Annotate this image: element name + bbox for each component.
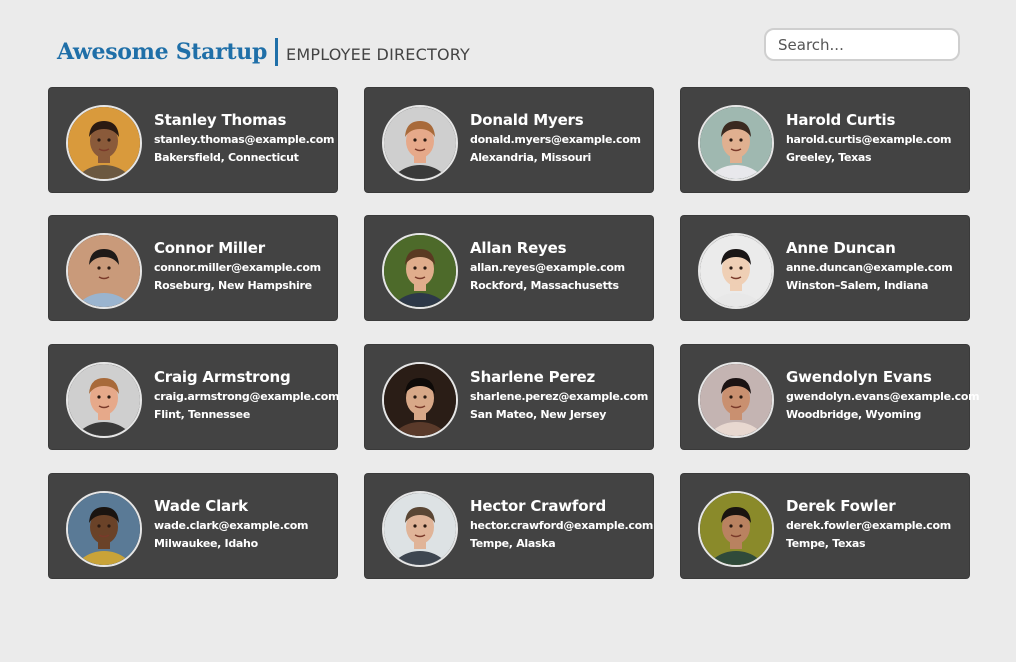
employee-email: connor.miller@example.com — [154, 261, 321, 274]
avatar — [66, 233, 142, 309]
header-divider — [275, 38, 279, 66]
employee-info: Allan Reyes allan.reyes@example.com Rockfo… — [470, 239, 650, 293]
avatar — [382, 362, 458, 438]
employee-card[interactable]: Sharlene Perez sharlene.perez@example.com… — [365, 345, 653, 449]
employee-info: Anne Duncan anne.duncan@example.com Winsto… — [786, 239, 966, 293]
employee-email: stanley.thomas@example.com — [154, 133, 335, 146]
employee-card[interactable]: Gwendolyn Evans gwendolyn.evans@example.c… — [681, 345, 980, 449]
employee-card[interactable]: Derek Fowler derek.fowler@example.com Temp… — [681, 474, 969, 578]
employee-email: craig.armstrong@example.com — [154, 390, 340, 403]
employee-location: Alexandria, Missouri — [470, 151, 591, 164]
employee-location: Winston–Salem, Indiana — [786, 279, 929, 292]
employee-location: Greeley, Texas — [786, 151, 872, 164]
employee-location: San Mateo, New Jersey — [470, 408, 607, 421]
avatar — [382, 491, 458, 567]
employee-email: wade.clark@example.com — [154, 519, 309, 532]
employee-info: Gwendolyn Evans gwendolyn.evans@example.c… — [786, 368, 980, 422]
brand-title: Awesome Startup — [57, 39, 268, 65]
search-input[interactable] — [764, 28, 960, 61]
employee-name: Stanley Thomas — [154, 111, 287, 129]
employee-email: allan.reyes@example.com — [470, 261, 625, 274]
employee-card[interactable]: Wade Clark wade.clark@example.com Milwauke… — [49, 474, 337, 578]
avatar — [698, 491, 774, 567]
avatar — [66, 105, 142, 181]
employee-info: Sharlene Perez sharlene.perez@example.com… — [470, 368, 650, 422]
employee-email: hector.crawford@example.com — [470, 519, 653, 532]
employee-name: Connor Miller — [154, 239, 265, 257]
employee-info: Wade Clark wade.clark@example.com Milwauke… — [154, 497, 334, 551]
employee-card[interactable]: Craig Armstrong craig.armstrong@example.c… — [49, 345, 340, 449]
employee-name: Wade Clark — [154, 497, 248, 515]
employee-card[interactable]: Donald Myers donald.myers@example.com Alex… — [365, 88, 653, 192]
employee-card[interactable]: Allan Reyes allan.reyes@example.com Rockfo… — [365, 216, 653, 320]
employee-card[interactable]: Anne Duncan anne.duncan@example.com Winsto… — [681, 216, 969, 320]
employee-info: Connor Miller connor.miller@example.com Ro… — [154, 239, 334, 293]
employee-name: Allan Reyes — [470, 239, 567, 257]
employee-info: Craig Armstrong craig.armstrong@example.c… — [154, 368, 340, 422]
employee-card[interactable]: Connor Miller connor.miller@example.com Ro… — [49, 216, 337, 320]
employee-name: Anne Duncan — [786, 239, 896, 257]
header: Awesome Startup EMPLOYEE DIRECTORY — [57, 34, 470, 70]
employee-email: derek.fowler@example.com — [786, 519, 951, 532]
employee-name: Craig Armstrong — [154, 368, 291, 386]
employee-info: Stanley Thomas stanley.thomas@example.com… — [154, 111, 334, 165]
employee-info: Derek Fowler derek.fowler@example.com Temp… — [786, 497, 966, 551]
employee-name: Gwendolyn Evans — [786, 368, 932, 386]
employee-name: Hector Crawford — [470, 497, 607, 515]
page-subtitle: EMPLOYEE DIRECTORY — [286, 44, 471, 64]
employee-name: Harold Curtis — [786, 111, 896, 129]
employee-name: Donald Myers — [470, 111, 584, 129]
employee-card[interactable]: Harold Curtis harold.curtis@example.com Gr… — [681, 88, 969, 192]
avatar — [698, 105, 774, 181]
employee-email: harold.curtis@example.com — [786, 133, 952, 146]
employee-email: donald.myers@example.com — [470, 133, 641, 146]
employee-name: Derek Fowler — [786, 497, 896, 515]
employee-location: Bakersfield, Connecticut — [154, 151, 299, 164]
employee-location: Tempe, Texas — [786, 537, 866, 550]
employee-info: Hector Crawford hector.crawford@example.c… — [470, 497, 653, 551]
employee-location: Rockford, Massachusetts — [470, 279, 619, 292]
employee-location: Flint, Tennessee — [154, 408, 250, 421]
avatar — [66, 491, 142, 567]
avatar — [698, 362, 774, 438]
employee-info: Donald Myers donald.myers@example.com Alex… — [470, 111, 650, 165]
employee-directory-page: Awesome Startup EMPLOYEE DIRECTORY Stanl… — [0, 0, 1016, 662]
employee-name: Sharlene Perez — [470, 368, 596, 386]
employee-location: Roseburg, New Hampshire — [154, 279, 312, 292]
employee-email: sharlene.perez@example.com — [470, 390, 649, 403]
employee-location: Woodbridge, Wyoming — [786, 408, 922, 421]
employee-location: Tempe, Alaska — [470, 537, 556, 550]
employee-card[interactable]: Stanley Thomas stanley.thomas@example.com… — [49, 88, 337, 192]
employee-email: anne.duncan@example.com — [786, 261, 953, 274]
avatar — [66, 362, 142, 438]
employee-card[interactable]: Hector Crawford hector.crawford@example.c… — [365, 474, 653, 578]
avatar — [382, 233, 458, 309]
avatar — [382, 105, 458, 181]
employee-location: Milwaukee, Idaho — [154, 537, 258, 550]
employee-email: gwendolyn.evans@example.com — [786, 390, 980, 403]
avatar — [698, 233, 774, 309]
employee-info: Harold Curtis harold.curtis@example.com Gr… — [786, 111, 966, 165]
